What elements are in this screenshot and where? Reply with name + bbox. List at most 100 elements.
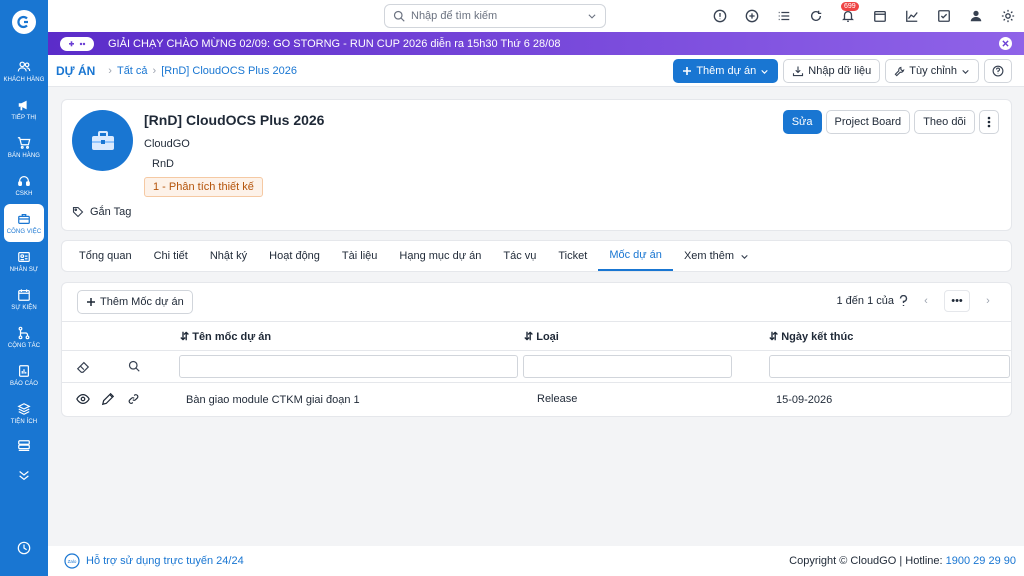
list-icon (778, 11, 789, 21)
milestone-name[interactable]: Bàn giao module CTKM giai đoạn 1 (186, 394, 360, 406)
sidebar-item-events[interactable]: SỰ KIỆN (0, 280, 48, 318)
project-company[interactable]: CloudGO (144, 138, 190, 150)
sidebar: KHÁCH HÀNG TIẾP THỊ BÁN HÀNG CSKH CÔNG V… (0, 0, 48, 576)
svg-text:Zalo: Zalo (68, 559, 77, 564)
add-milestone-button[interactable]: Thêm Mốc dự án (77, 290, 193, 314)
settings-button[interactable] (999, 8, 1016, 25)
column-header-name[interactable]: ⇵ Tên mốc dự án (180, 330, 271, 344)
add-tag-button[interactable]: Gắn Tag (72, 206, 131, 218)
sidebar-item-marketing[interactable]: TIẾP THỊ (0, 90, 48, 128)
more-options-button[interactable] (979, 110, 999, 134)
add-project-label: Thêm dự án (696, 65, 757, 77)
module-title[interactable]: DỰ ÁN (56, 64, 95, 78)
support-link[interactable]: Zalo Hỗ trợ sử dụng trực tuyến 24/24 (64, 553, 244, 569)
app-logo[interactable] (0, 0, 48, 44)
notifications-button[interactable]: 699 (839, 1, 859, 25)
project-board-button[interactable]: Project Board (825, 110, 911, 134)
chart-button[interactable] (903, 8, 920, 25)
sidebar-expand-button[interactable] (0, 460, 48, 490)
link-icon[interactable] (128, 392, 139, 406)
column-label: Ngày kết thúc (781, 330, 854, 343)
list-button[interactable] (775, 8, 792, 25)
sidebar-item-hr[interactable]: NHÂN SỰ (0, 242, 48, 280)
sidebar-item-collab[interactable]: CỘNG TÁC (0, 318, 48, 356)
banner-text: GIẢI CHẠY CHÀO MỪNG 02/09: GO STORNG - R… (108, 37, 561, 50)
chevron-down-icon (741, 254, 748, 259)
sidebar-item-sales[interactable]: BÁN HÀNG (0, 128, 48, 166)
plus-circle-icon (745, 9, 758, 23)
calendar-button[interactable] (871, 8, 888, 25)
edit-button[interactable]: Sửa (782, 110, 822, 134)
table-header: ⇵ Tên mốc dự án ⇵ Loại ⇵ Ngày kết thúc (62, 321, 1011, 351)
sidebar-item-tasks[interactable]: CÔNG VIỆC (4, 204, 44, 242)
chevron-down-icon (962, 69, 969, 74)
user-menu-button[interactable] (967, 8, 984, 25)
search-icon[interactable] (128, 360, 140, 372)
history-button[interactable] (17, 541, 31, 558)
alert-button[interactable] (711, 8, 728, 25)
sort-icon: ⇵ (769, 331, 779, 343)
chevron-down-icon (588, 14, 596, 19)
sort-icon: ⇵ (180, 331, 190, 343)
tasks-button[interactable] (935, 8, 952, 25)
follow-button[interactable]: Theo dõi (914, 110, 975, 134)
filter-type-input[interactable] (523, 355, 732, 378)
hotline-number[interactable]: 1900 29 29 90 (946, 555, 1016, 567)
sidebar-item-customers[interactable]: KHÁCH HÀNG (0, 52, 48, 90)
tab-overview[interactable]: Tổng quan (68, 241, 143, 271)
tab-milestones[interactable]: Mốc dự án (598, 241, 673, 271)
customize-button[interactable]: Tùy chỉnh (885, 59, 979, 83)
tab-details[interactable]: Chi tiết (143, 241, 199, 271)
global-search[interactable]: Nhập để tìm kiếm (384, 4, 606, 28)
zalo-icon: Zalo (64, 553, 80, 569)
hotline-label: Hotline: (905, 555, 943, 567)
tab-tasks[interactable]: Tác vụ (492, 241, 547, 271)
column-header-end-date[interactable]: ⇵ Ngày kết thúc (769, 330, 854, 344)
next-page-button[interactable]: › (975, 290, 1001, 312)
breadcrumb: DỰ ÁN › Tất cả › [RnD] CloudOCS Plus 202… (48, 55, 1024, 87)
table-row[interactable]: Bàn giao module CTKM giai đoạn 1 Release… (62, 383, 1011, 416)
column-header-type[interactable]: ⇵ Loại (524, 330, 559, 344)
help-button[interactable] (984, 59, 1012, 83)
breadcrumb-current[interactable]: [RnD] CloudOCS Plus 2026 (161, 65, 297, 77)
sidebar-item-label: CÔNG VIỆC (6, 228, 42, 235)
database-icon (18, 440, 30, 451)
banner-close-button[interactable] (999, 37, 1012, 50)
search-icon (393, 10, 405, 22)
prev-page-button[interactable]: ‹ (913, 290, 939, 312)
gear-icon (1001, 9, 1014, 23)
line-chart-icon (905, 10, 918, 22)
project-summary-card: [RnD] CloudOCS Plus 2026 CloudGO RnD 1 -… (61, 99, 1012, 231)
tab-more[interactable]: Xem thêm (673, 241, 760, 271)
add-project-button[interactable]: Thêm dự án (673, 59, 779, 83)
tab-ticket[interactable]: Ticket (547, 241, 598, 271)
project-department: RnD (152, 158, 175, 170)
refresh-button[interactable] (807, 8, 824, 25)
sidebar-item-more[interactable] (0, 432, 48, 460)
search-input[interactable]: Nhập để tìm kiếm (411, 10, 581, 22)
eye-icon[interactable] (76, 392, 90, 406)
filter-name-input[interactable] (179, 355, 518, 378)
quick-create-button[interactable] (743, 8, 760, 25)
filter-end-date-input[interactable] (769, 355, 1010, 378)
column-label: Loại (536, 330, 559, 343)
page-menu-button[interactable]: ••• (944, 290, 970, 312)
import-data-label: Nhập dữ liệu (808, 65, 872, 77)
import-data-button[interactable]: Nhập dữ liệu (783, 59, 881, 83)
customize-label: Tùy chỉnh (909, 65, 957, 77)
tab-log[interactable]: Nhật ký (199, 241, 258, 271)
tab-documents[interactable]: Tài liệu (331, 241, 388, 271)
sidebar-item-reports[interactable]: BÁO CÁO (0, 356, 48, 394)
project-stage-badge[interactable]: 1 - Phân tích thiết kế (144, 177, 263, 197)
sidebar-item-utilities[interactable]: TIỆN ÍCH (0, 394, 48, 432)
sidebar-item-support[interactable]: CSKH (0, 166, 48, 204)
topbar: Nhập để tìm kiếm 699 (48, 0, 1024, 32)
eraser-icon[interactable] (76, 360, 90, 374)
pencil-icon[interactable] (101, 392, 115, 406)
breadcrumb-all[interactable]: Tất cả (117, 65, 148, 77)
tab-project-items[interactable]: Hạng mục dự án (388, 241, 492, 271)
calendar-icon (873, 10, 886, 22)
tab-activities[interactable]: Hoạt động (258, 241, 331, 271)
layers-icon (17, 402, 31, 415)
project-title: [RnD] CloudOCS Plus 2026 (144, 112, 325, 128)
